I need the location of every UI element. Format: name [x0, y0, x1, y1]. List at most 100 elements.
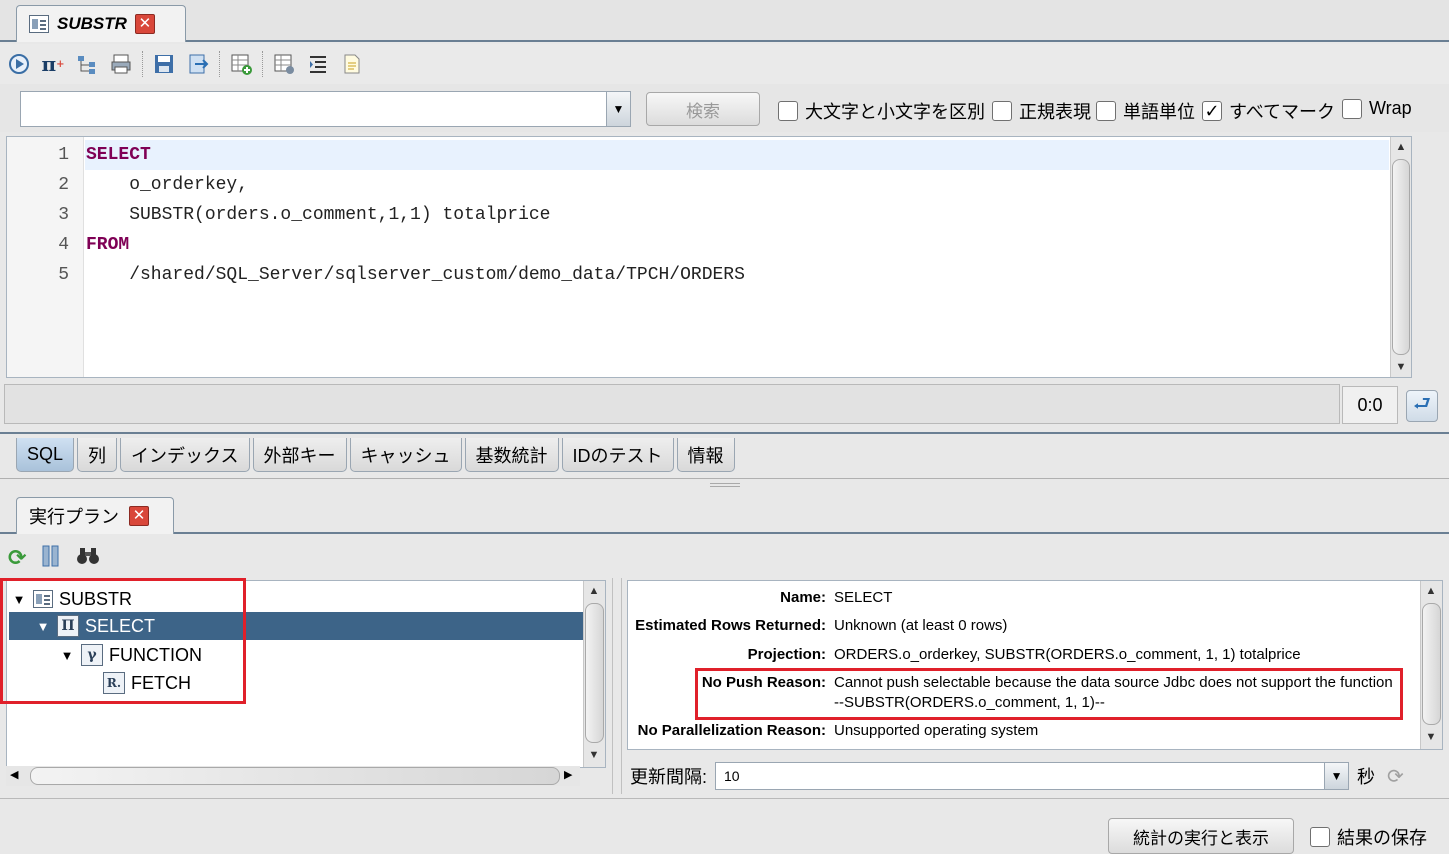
bottom-tab-strip: SQL 列 インデックス 外部キー キャッシュ 基数統計 IDのテスト 情報 [16, 438, 738, 472]
run-icon[interactable] [6, 51, 32, 77]
tab-columns[interactable]: 列 [77, 438, 118, 472]
scroll-up-icon[interactable]: ▲ [1421, 581, 1441, 601]
detail-key: Estimated Rows Returned: [635, 617, 826, 634]
tab-sql[interactable]: SQL [16, 438, 75, 472]
refresh-interval-value: 10 [724, 768, 740, 784]
table-settings-icon[interactable] [271, 51, 297, 77]
refresh-interval-row: 更新間隔: 10 ▼ 秒 ⟳ [630, 762, 1440, 790]
splitter-grip[interactable] [709, 483, 740, 487]
code-line[interactable]: o_orderkey, [86, 175, 248, 195]
close-icon[interactable]: ✕ [134, 14, 155, 34]
option-whole-word[interactable]: 単語単位 [1096, 98, 1195, 124]
run-statistics-button[interactable]: 統計の実行と表示 [1108, 818, 1294, 854]
whole-word-checkbox[interactable] [1096, 101, 1116, 121]
detail-row-projection: Projection: ORDERS.o_orderkey, SUBSTR(OR… [628, 645, 1418, 665]
divider [0, 432, 1449, 434]
scroll-down-icon[interactable]: ▼ [584, 745, 604, 765]
no-push-reason-highlight-box [695, 668, 1403, 720]
refresh-interval-input[interactable]: 10 ▼ [715, 762, 1350, 790]
pane-divider[interactable] [612, 578, 622, 794]
return-arrow-icon[interactable]: ⮐ [1406, 390, 1438, 422]
scroll-up-icon[interactable]: ▲ [584, 581, 604, 601]
current-line-highlight [85, 140, 1389, 170]
binoculars-icon[interactable] [76, 545, 100, 572]
tab-cardinality-stats[interactable]: 基数統計 [464, 438, 559, 472]
detail-row-no-parallelization: No Parallelization Reason: Unsupported o… [628, 721, 1418, 741]
print-icon[interactable] [108, 51, 134, 77]
option-match-case[interactable]: 大文字と小文字を区別 [778, 98, 985, 124]
tab-cache[interactable]: キャッシュ [349, 438, 462, 472]
mark-all-checkbox[interactable]: ✓ [1202, 101, 1222, 121]
sql-editor[interactable] [6, 136, 1412, 378]
close-icon[interactable]: ✕ [129, 506, 149, 526]
details-vertical-scrollbar[interactable]: ▲ ▼ [1420, 581, 1442, 749]
run-statistics-label: 統計の実行と表示 [1133, 828, 1269, 848]
option-mark-all[interactable]: ✓ すべてマーク [1202, 98, 1335, 124]
regex-label: 正規表現 [1019, 102, 1091, 122]
save-results-checkbox[interactable] [1310, 827, 1330, 847]
document-tab-title: SUBSTR [57, 14, 127, 33]
scroll-down-icon[interactable]: ▼ [1421, 727, 1441, 747]
regex-checkbox[interactable] [992, 101, 1012, 121]
scroll-thumb[interactable] [30, 767, 560, 785]
tab-foreign-keys[interactable]: 外部キー [252, 438, 347, 472]
columns-icon[interactable] [40, 544, 62, 573]
tree-horizontal-scrollbar[interactable]: ◀ ▶ [6, 766, 580, 786]
scroll-up-icon[interactable]: ▲ [1391, 137, 1411, 157]
pi-icon[interactable]: π + [40, 51, 66, 77]
plan-details: Name: SELECT Estimated Rows Returned: Un… [627, 580, 1443, 750]
wrap-checkbox[interactable] [1342, 98, 1362, 119]
sql-keyword: FROM [86, 235, 130, 255]
detail-value: ORDERS.o_orderkey, SUBSTR(ORDERS.o_comme… [834, 646, 1301, 663]
match-case-checkbox[interactable] [778, 101, 798, 121]
export-icon[interactable] [185, 51, 211, 77]
toolbar-separator [262, 51, 263, 77]
line-number: 1 [58, 145, 69, 165]
tree-icon[interactable] [74, 51, 100, 77]
code-line[interactable]: FROM [86, 235, 129, 255]
plan-tab-title: 実行プラン [29, 507, 119, 527]
search-button[interactable]: 検索 [646, 92, 760, 126]
panel-splitter[interactable] [0, 478, 1449, 492]
code-line[interactable]: SUBSTR(orders.o_comment,1,1) totalprice [86, 205, 550, 225]
detail-row-name: Name: SELECT [628, 588, 1418, 608]
line-number: 4 [58, 235, 69, 255]
mark-all-label: すべてマーク [1229, 102, 1336, 122]
search-input[interactable]: ▼ [20, 91, 631, 127]
plan-toolbar: ⟳ [0, 540, 620, 576]
scroll-left-icon[interactable]: ◀ [10, 768, 18, 781]
scroll-thumb[interactable] [585, 603, 604, 743]
code-line[interactable]: /shared/SQL_Server/sqlserver_custom/demo… [86, 265, 745, 285]
tab-id-test[interactable]: IDのテスト [561, 438, 674, 472]
option-regex[interactable]: 正規表現 [992, 98, 1091, 124]
scroll-down-icon[interactable]: ▼ [1391, 357, 1411, 377]
scroll-thumb[interactable] [1392, 159, 1410, 355]
indent-icon[interactable] [305, 51, 331, 77]
tab-info[interactable]: 情報 [676, 438, 735, 472]
save-icon[interactable] [151, 51, 177, 77]
editor-vertical-scrollbar[interactable]: ▲ ▼ [1390, 137, 1411, 377]
tab-indexes[interactable]: インデックス [120, 438, 250, 472]
chevron-down-icon[interactable]: ▼ [1324, 763, 1349, 789]
refresh-icon[interactable]: ⟳ [8, 545, 26, 571]
plan-tabbar [0, 492, 1449, 534]
divider [0, 798, 1449, 799]
line-number-gutter: 1 2 3 4 5 [7, 137, 84, 377]
document-tab-substr[interactable]: SUBSTR ✕ [16, 5, 186, 42]
detail-key: Name: [780, 589, 826, 606]
scroll-thumb[interactable] [1422, 603, 1441, 725]
line-number: 2 [58, 175, 69, 195]
tab-execution-plan[interactable]: 実行プラン ✕ [16, 497, 174, 534]
toolbar-separator [142, 51, 143, 77]
page-icon[interactable] [339, 51, 365, 77]
code-text: SUBSTR(orders.o_comment,1,1) totalprice [86, 205, 551, 225]
save-results-option[interactable]: 結果の保存 [1310, 824, 1427, 850]
option-wrap[interactable]: Wrap [1342, 98, 1412, 119]
tree-vertical-scrollbar[interactable]: ▲ ▼ [583, 581, 605, 767]
scroll-right-icon[interactable]: ▶ [564, 768, 572, 781]
add-table-icon[interactable] [228, 51, 254, 77]
code-line[interactable]: SELECT [86, 145, 151, 165]
auto-refresh-icon[interactable]: ⟳ [1387, 764, 1404, 789]
detail-row-estimated-rows: Estimated Rows Returned: Unknown (at lea… [628, 616, 1418, 636]
chevron-down-icon[interactable]: ▼ [606, 92, 630, 126]
